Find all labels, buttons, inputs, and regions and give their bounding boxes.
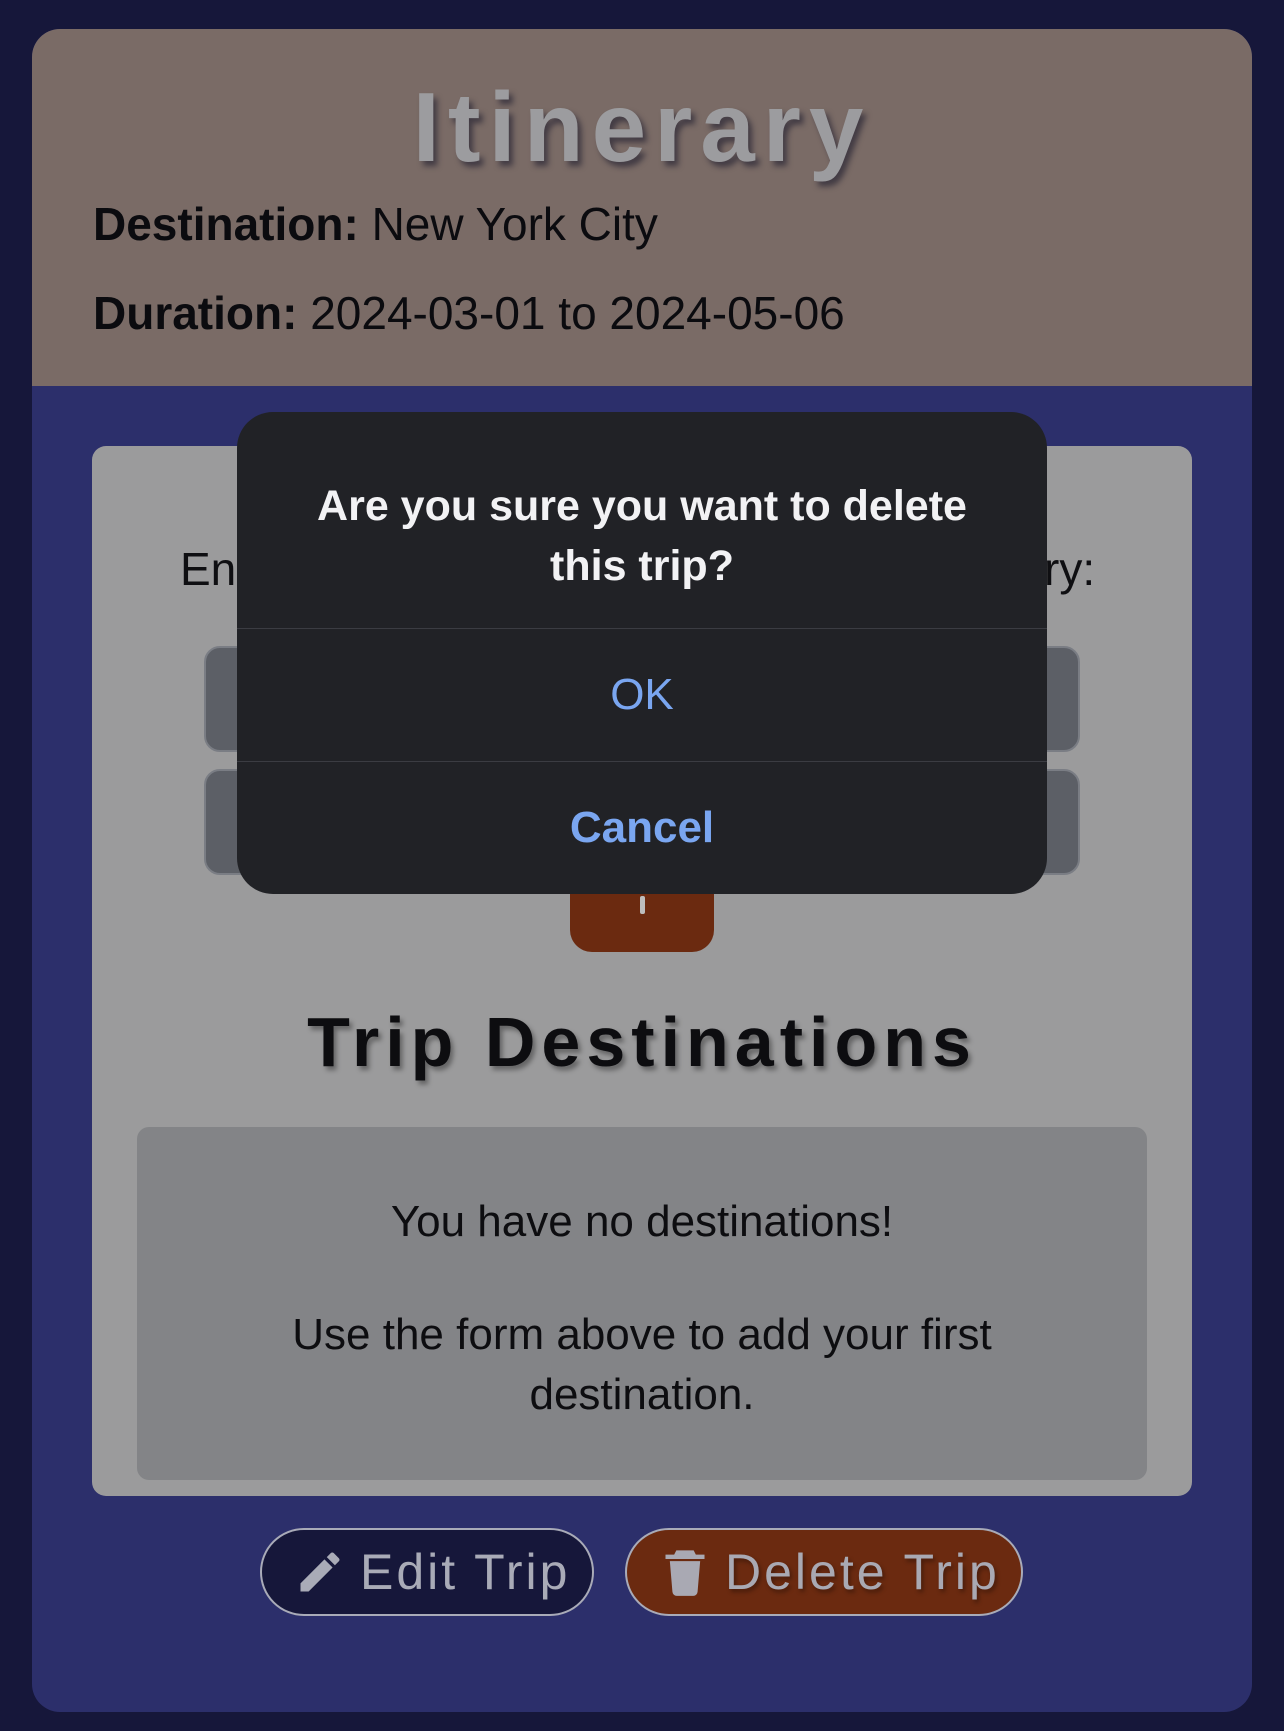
cancel-button[interactable]: Cancel — [237, 762, 1047, 894]
ok-button[interactable]: OK — [237, 629, 1047, 761]
confirm-dialog: Are you sure you want to delete this tri… — [237, 412, 1047, 894]
dialog-message: Are you sure you want to delete this tri… — [317, 482, 967, 590]
